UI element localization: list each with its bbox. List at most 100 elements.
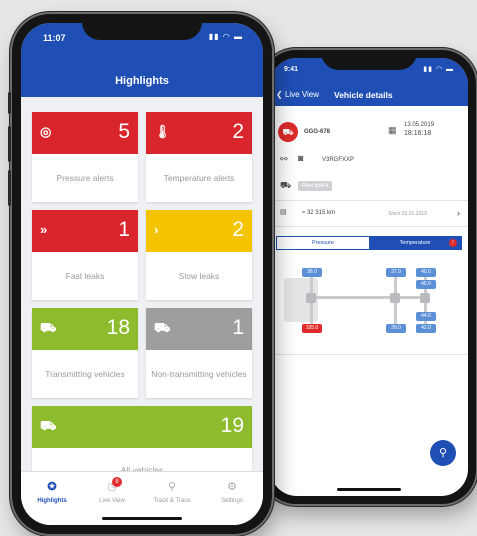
back-label: Live View (284, 90, 320, 99)
tile-label: Non-transmitting vehicles (151, 368, 247, 379)
notification-badge: 8 (112, 477, 122, 487)
tile-header: ⛟ 18 (32, 308, 138, 350)
status-icons: ▮▮ ◠ ▬ (208, 32, 243, 41)
tyre-pressure-front-left[interactable]: 36.0 (302, 268, 322, 277)
tile-count: 1 (118, 218, 130, 241)
phone-notch (82, 14, 202, 40)
tab-bar: ✪ Highlights ◷ 8 Live View ⚲ Track & Tra… (21, 471, 263, 525)
volume-button (8, 92, 11, 114)
volume-button (8, 126, 11, 162)
chevron-right-icon[interactable]: › (457, 208, 460, 218)
tyre-icon: ◙ (298, 153, 304, 163)
status-time: 11:07 (43, 33, 66, 43)
tile-header: » 1 (32, 210, 138, 252)
temperature-alert-badge: ! (449, 239, 457, 247)
odometer-value: ≈ 32 315 km (302, 210, 335, 216)
tile-label: Slow leaks (178, 270, 220, 281)
wheel-hub (306, 293, 316, 303)
tyre-id: V3RGFXXP (322, 157, 355, 163)
tab-label: Settings (221, 498, 243, 504)
tile-header: ⛟ 19 (32, 406, 252, 448)
tile-slow-leaks[interactable]: › 2 Slow leaks (146, 210, 252, 300)
home-indicator (337, 488, 401, 491)
wheel-hub (420, 293, 430, 303)
tab-highlights[interactable]: ✪ Highlights (22, 480, 82, 504)
location-fab[interactable]: ⚲ (430, 440, 456, 466)
tile-non-transmitting-vehicles[interactable]: ⛟ 1 Non-transmitting vehicles (146, 308, 252, 398)
divider (270, 354, 468, 355)
axle-beam (310, 296, 430, 299)
since-date: Since 02.01.2019 (388, 211, 427, 217)
page-title: Vehicle details (334, 90, 393, 100)
chevron-right-icon: › (154, 222, 159, 237)
gear-icon: ⚙ (227, 481, 237, 493)
tab-live-view[interactable]: ◷ 8 Live View (82, 477, 142, 504)
tile-pressure-alerts[interactable]: ◎ 5 Pressure alerts (32, 112, 138, 202)
tile-fast-leaks[interactable]: » 1 Fast leaks (32, 210, 138, 300)
tile-count: 18 (106, 316, 130, 339)
tab-track-trace[interactable]: ⚲ Track & Trace (142, 480, 202, 504)
back-button[interactable]: ❮ Live View (276, 90, 319, 99)
tile-label: Transmitting vehicles (45, 368, 125, 379)
double-chevron-icon: » (40, 222, 48, 237)
status-icons: ▮▮ ◠ ▬ (423, 66, 454, 73)
thermometer-icon: 🌡 (154, 124, 171, 139)
odometer-icon: ▤ (280, 209, 287, 216)
pin-icon: ✪ (47, 481, 57, 493)
vehicle-details-screen: 9:41 ▮▮ ◠ ▬ ❮ Live View Vehicle details … (270, 58, 468, 496)
tile-count: 5 (118, 120, 130, 143)
truck-icon: ⛟ (280, 180, 292, 190)
tyre-pressure-mid-top[interactable]: 37.0 (386, 268, 406, 277)
tab-settings[interactable]: ⚙ Settings (202, 480, 262, 504)
highlights-grid: ◎ 5 Pressure alerts 🌡 2 Temperature alerts… (21, 97, 263, 492)
tile-count: 2 (232, 218, 244, 241)
plate-number: GGG-678 (304, 129, 331, 135)
tile-header: ⛟ 1 (146, 308, 252, 350)
tile-header: › 2 (146, 210, 252, 252)
tile-header: 🌡 2 (146, 112, 252, 154)
tyre-pressure-mid-bottom[interactable]: 39.0 (386, 324, 406, 333)
tile-count: 1 (232, 316, 244, 339)
time-value: 18:16:18 (404, 130, 432, 137)
highlights-screen: 11:07 ▮▮ ◠ ▬ Highlights ◎ 5 Pressure aler… (21, 23, 263, 525)
tile-label: Pressure alerts (56, 172, 114, 183)
phone-notch (321, 50, 417, 70)
tab-temperature[interactable]: Temperature! (369, 237, 461, 249)
wheel-hub (390, 293, 400, 303)
tab-temperature-label: Temperature (399, 240, 431, 246)
tab-label: Track & Trace (153, 498, 191, 504)
calendar-icon: ▦ (388, 125, 397, 135)
pressure-temperature-toggle: Pressure Temperature! (276, 236, 462, 250)
tile-label: Temperature alerts (163, 172, 235, 183)
tab-label: Highlights (37, 498, 67, 504)
tile-count: 2 (232, 120, 244, 143)
tyre-pressure-rear-top-outer[interactable]: 40.0 (416, 268, 436, 277)
tyre-pressure-rear-top-inner[interactable]: 45.0 (416, 280, 436, 289)
tile-transmitting-vehicles[interactable]: ⛟ 18 Transmitting vehicles (32, 308, 138, 398)
link-icon: ⚯ (280, 154, 288, 164)
date-value: 13.05.2019 (404, 122, 435, 128)
trucks-icon: ⛟ (40, 418, 57, 433)
status-time: 9:41 (284, 66, 299, 73)
volume-button (8, 170, 11, 206)
page-title: Highlights (115, 75, 169, 87)
phone-highlights: 11:07 ▮▮ ◠ ▬ Highlights ◎ 5 Pressure aler… (8, 14, 272, 534)
truck-no-signal-icon: ⛟ (154, 320, 171, 335)
truck-alert-icon: ⛟ (278, 122, 298, 142)
tile-count: 19 (220, 414, 244, 437)
tyre-pressure-rear-bottom-inner[interactable]: 44.0 (416, 312, 436, 321)
tab-pressure[interactable]: Pressure (277, 237, 369, 249)
tile-header: ◎ 5 (32, 112, 138, 154)
phone-vehicle-details: 9:41 ▮▮ ◠ ▬ ❮ Live View Vehicle details … (262, 50, 476, 504)
tab-label: Live View (99, 498, 125, 504)
home-indicator (102, 517, 182, 520)
tile-label: Fast leaks (65, 270, 105, 281)
truck-signal-icon: ⛟ (40, 320, 57, 335)
tile-temperature-alerts[interactable]: 🌡 2 Temperature alerts (146, 112, 252, 202)
tyre-pressure-rear-left[interactable]: 105.0 (302, 324, 322, 333)
location-pin-icon: ⚲ (167, 481, 177, 493)
tyre-pressure-rear-bottom-outer[interactable]: 42.0 (416, 324, 436, 333)
gauge-icon: ◎ (40, 124, 52, 139)
divider (270, 200, 468, 201)
fleet-tag: Fleet ppdl A (298, 181, 333, 191)
